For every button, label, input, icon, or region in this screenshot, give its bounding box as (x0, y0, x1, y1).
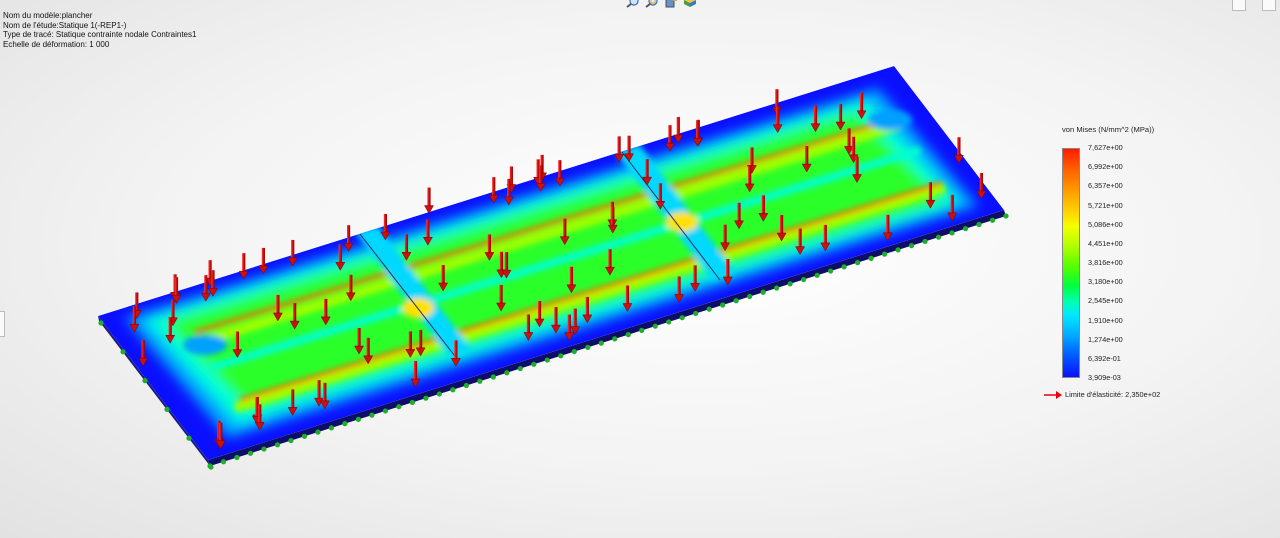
fixture-marker (342, 421, 348, 427)
yield-strength-indicator: Limite d'élasticité: 2,350e+02 (1044, 390, 1160, 399)
fixture-marker (274, 442, 281, 448)
fixture-marker (477, 378, 483, 384)
side-panel-tab[interactable] (0, 311, 5, 337)
study-info: Nom du modèle:plancher Nom de l'étude:St… (3, 11, 196, 49)
fixture-marker (164, 406, 170, 412)
fixture-marker (315, 429, 321, 435)
fixture-marker (288, 437, 294, 444)
plot-type: Type de tracé: Statique contrainte nodal… (3, 30, 197, 40)
legend-tick-label: 3,180e+00 (1088, 277, 1123, 287)
fixture-marker (369, 412, 375, 418)
fixture-marker (881, 251, 888, 257)
fixture-marker (301, 433, 308, 439)
fixture-marker (208, 464, 214, 470)
fixture-marker (868, 255, 874, 261)
fixture-marker (120, 349, 126, 355)
stress-colorbar (1062, 148, 1080, 378)
fixture-marker (490, 374, 496, 380)
fixture-marker (409, 399, 415, 406)
fixture-marker (396, 404, 402, 410)
fixture-marker (976, 221, 982, 228)
fixture-marker (760, 289, 766, 295)
fixture-marker (598, 340, 604, 346)
fixture-marker (517, 365, 523, 372)
display-style-icon[interactable] (683, 0, 697, 8)
stress-plot-viewport[interactable] (0, 0, 1280, 538)
restore-view-button[interactable] (1232, 0, 1246, 11)
legend-tick-label: 1,910e+00 (1088, 315, 1123, 325)
zoom-to-fit-icon[interactable] (626, 0, 640, 8)
fixture-marker (450, 387, 456, 393)
yield-strength-label: Limite d'élasticité: 2,350e+02 (1065, 390, 1161, 399)
fixture-marker (328, 425, 335, 431)
fixture-marker (234, 454, 240, 461)
fixture-marker (585, 344, 591, 350)
deformation-scale: Echelle de déformation: 1 000 (3, 39, 110, 49)
legend-tick-label: 6,992e+00 (1088, 162, 1123, 172)
fixture-marker (733, 298, 739, 304)
legend-title: von Mises (N/mm^2 (MPa)) (1062, 125, 1155, 134)
legend-tick-label: 4,451e+00 (1088, 238, 1123, 248)
fixture-marker (247, 450, 254, 456)
legend-tick-label: 1,274e+00 (1088, 334, 1123, 344)
fixture-marker (142, 378, 148, 384)
legend-tick-label: 5,086e+00 (1088, 219, 1123, 229)
fixture-marker (706, 306, 712, 312)
legend-tick-label: 6,357e+00 (1088, 181, 1123, 191)
fixture-marker (774, 285, 780, 291)
zoom-to-area-icon[interactable] (645, 0, 659, 8)
fixture-marker (220, 459, 227, 465)
fixture-marker (558, 353, 564, 359)
fixture-marker (814, 272, 820, 278)
legend-tick-label: 3,816e+00 (1088, 258, 1123, 267)
fixture-marker (355, 416, 362, 422)
study-name: Nom de l'étude:Statique 1(-REP1-) (3, 20, 127, 30)
fixture-marker (908, 243, 915, 249)
legend-tick-label: 2,545e+00 (1088, 296, 1123, 306)
fixture-marker (828, 268, 834, 274)
fixture-marker (693, 310, 699, 317)
fixture-marker (949, 230, 955, 236)
fixture-marker (935, 234, 942, 240)
fixture-marker (747, 293, 753, 300)
model-name: Nom du modèle:plancher (3, 11, 93, 20)
fixture-marker (571, 348, 577, 355)
fixture-marker (679, 315, 685, 321)
fixture-marker (922, 238, 928, 245)
fixture-marker (463, 382, 469, 389)
maximize-view-button[interactable] (1262, 0, 1276, 11)
fixture-marker (544, 357, 550, 363)
view-toolbar (626, 0, 697, 8)
fixture-marker (186, 435, 192, 441)
fixture-marker (504, 370, 510, 376)
fixture-marker (382, 408, 388, 414)
fixture-marker (436, 391, 442, 397)
load-arrow (424, 187, 434, 215)
view-orientation-icon[interactable] (664, 0, 678, 8)
fixture-marker (261, 446, 267, 452)
fixture-marker (423, 395, 429, 401)
fixture-marker (854, 260, 861, 266)
fixture-marker (989, 217, 996, 223)
fixture-marker (895, 247, 901, 253)
legend-tick-label: 7,627e+00 (1088, 143, 1123, 152)
fixture-marker (801, 276, 807, 283)
fixture-marker (787, 281, 793, 287)
fixture-marker (625, 332, 631, 338)
fixture-marker (962, 226, 969, 232)
fixture-marker (98, 320, 104, 326)
fixture-marker (666, 319, 672, 325)
legend-tick-label: 6,392e-01 (1088, 353, 1121, 363)
yield-arrow-icon (1044, 390, 1062, 399)
fixture-marker (612, 336, 618, 342)
fixture-marker (1003, 213, 1009, 219)
legend-tick-label: 3,909e-03 (1088, 373, 1121, 382)
fixture-marker (652, 323, 658, 329)
stress-contour-plate (98, 66, 1004, 460)
fixture-marker (639, 327, 645, 334)
fixture-marker (841, 264, 847, 270)
fixture-marker (720, 302, 726, 308)
legend-tick-label: 5,721e+00 (1088, 200, 1123, 210)
fixture-marker (531, 361, 537, 367)
